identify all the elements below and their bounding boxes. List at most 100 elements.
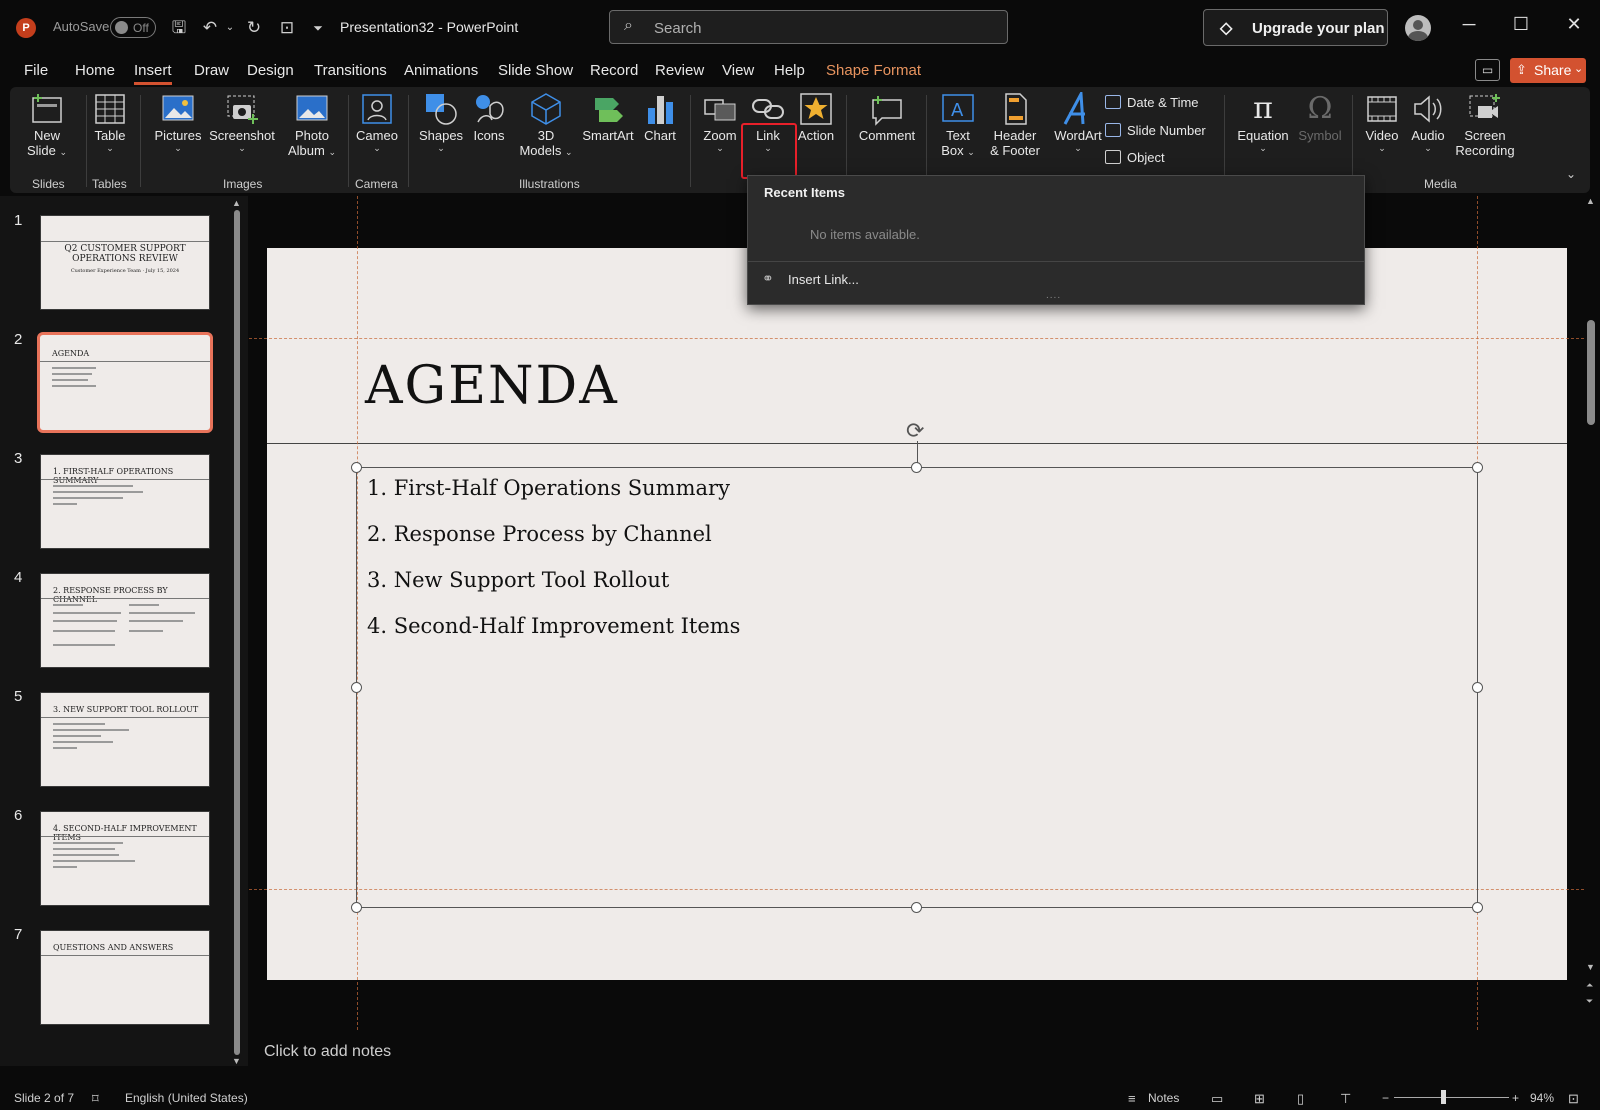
tab-draw[interactable]: Draw — [194, 62, 229, 79]
scroll-thumb[interactable] — [1587, 320, 1595, 425]
accessibility-icon[interactable]: ⌑ — [92, 1091, 99, 1107]
tab-transitions[interactable]: Transitions — [314, 62, 387, 79]
agenda-item[interactable]: 4. Second-Half Improvement Items — [367, 614, 740, 638]
zoom-slider[interactable] — [1394, 1097, 1509, 1098]
slide-sorter-icon[interactable]: ⊞ — [1254, 1091, 1265, 1107]
symbol-button[interactable]: Ω Symbol — [1296, 92, 1344, 144]
smartart-button[interactable]: SmartArt — [578, 92, 638, 143]
resize-handle[interactable] — [1472, 462, 1483, 473]
slide-thumbnail-2[interactable]: AGENDA — [37, 332, 213, 433]
tab-review[interactable]: Review — [655, 62, 704, 79]
pictures-button[interactable]: Pictures ⌄ — [150, 92, 206, 154]
insert-link-item[interactable]: ⚭ Insert Link... — [762, 268, 1352, 292]
tab-home[interactable]: Home — [75, 62, 115, 79]
tab-design[interactable]: Design — [247, 62, 294, 79]
notes-toggle[interactable]: Notes — [1148, 1091, 1179, 1105]
zoom-button[interactable]: Zoom ⌄ — [698, 92, 742, 154]
zoom-slider-knob[interactable] — [1441, 1090, 1446, 1104]
autosave-toggle[interactable]: Off — [110, 17, 156, 38]
slide-thumbnail-3[interactable]: 1. FIRST-HALF OPERATIONS SUMMARY — [40, 454, 210, 549]
action-button[interactable]: Action — [794, 92, 838, 143]
header-footer-button[interactable]: Header & Footer — [982, 92, 1048, 158]
slide-thumbnail-5[interactable]: 3. NEW SUPPORT TOOL ROLLOUT — [40, 692, 210, 787]
slide-thumbnail-1[interactable]: Q2 CUSTOMER SUPPORT OPERATIONS REVIEW Cu… — [40, 215, 210, 310]
close-icon[interactable]: ✕ — [1559, 14, 1589, 35]
wordart-button[interactable]: WordArt ⌄ — [1050, 88, 1106, 154]
resize-handle[interactable] — [911, 902, 922, 913]
tab-file[interactable]: File — [24, 62, 48, 79]
tab-help[interactable]: Help — [774, 62, 805, 79]
scroll-up-icon[interactable]: ▲ — [1586, 196, 1595, 206]
reading-view-icon[interactable]: ▯ — [1297, 1091, 1304, 1107]
canvas-scrollbar[interactable]: ▲ ▼ ⏶ ⏷ — [1584, 196, 1600, 1036]
zoom-level[interactable]: 94% — [1530, 1091, 1554, 1105]
notes-pane[interactable] — [249, 1032, 1584, 1068]
maximize-icon[interactable]: ☐ — [1506, 14, 1536, 35]
share-button[interactable]: ⇪ Share ⌄ — [1510, 58, 1586, 83]
screenshot-button[interactable]: Screenshot ⌄ — [206, 92, 278, 154]
scroll-down-icon[interactable]: ▼ — [232, 1056, 241, 1066]
undo-dropdown-icon[interactable]: ⌄ — [218, 16, 242, 40]
equation-button[interactable]: π Equation ⌄ — [1232, 92, 1294, 154]
slide-title[interactable]: AGENDA — [365, 356, 619, 416]
slide-thumbnail-6[interactable]: 4. SECOND-HALF IMPROVEMENT ITEMS — [40, 811, 210, 906]
resize-handle[interactable] — [1472, 682, 1483, 693]
redo-icon[interactable]: ↻ — [242, 16, 266, 40]
notes-icon[interactable]: ≡ — [1128, 1091, 1136, 1106]
notes-placeholder[interactable]: Click to add notes — [264, 1043, 391, 1061]
shapes-button[interactable]: Shapes ⌄ — [416, 92, 466, 154]
avatar[interactable] — [1405, 15, 1431, 41]
tab-insert[interactable]: Insert — [134, 62, 172, 85]
video-button[interactable]: Video ⌄ — [1360, 92, 1404, 154]
present-icon[interactable]: ⊡ — [275, 16, 299, 40]
zoom-out-icon[interactable]: − — [1382, 1091, 1389, 1105]
scroll-down-icon[interactable]: ▼ — [1586, 962, 1595, 972]
upgrade-button[interactable]: ◇ Upgrade your plan — [1203, 9, 1388, 46]
new-slide-button[interactable]: New Slide ⌄ — [22, 92, 72, 158]
date-time-button[interactable]: Date & Time — [1105, 95, 1199, 110]
tab-animations[interactable]: Animations — [404, 62, 478, 79]
photo-album-button[interactable]: Photo Album ⌄ — [282, 92, 342, 158]
icons-button[interactable]: Icons — [468, 92, 510, 143]
scroll-up-icon[interactable]: ▲ — [232, 198, 241, 208]
slideshow-icon[interactable]: ⊤ — [1340, 1091, 1351, 1107]
comment-button[interactable]: Comment — [856, 92, 918, 143]
fit-to-window-icon[interactable]: ⊡ — [1568, 1091, 1579, 1107]
agenda-item[interactable]: 2. Response Process by Channel — [367, 522, 712, 546]
3d-models-button[interactable]: 3D Models ⌄ — [518, 92, 574, 158]
resize-handle[interactable] — [351, 682, 362, 693]
slide-thumbnail-4[interactable]: 2. RESPONSE PROCESS BY CHANNEL — [40, 573, 210, 668]
screen-recording-button[interactable]: Screen Recording — [1452, 92, 1518, 158]
tab-view[interactable]: View — [722, 62, 754, 79]
rotate-handle-icon[interactable]: ⟳ — [906, 418, 924, 444]
save-icon[interactable]: 🖫 — [167, 16, 191, 40]
resize-grip[interactable]: .... — [1046, 290, 1061, 301]
customize-qat-icon[interactable]: ⏷ — [306, 16, 330, 40]
ribbon-collapse-icon[interactable]: ⌄ — [1566, 167, 1576, 181]
resize-handle[interactable] — [911, 462, 922, 473]
thumbnail-scrollbar[interactable]: ▲ ▼ — [232, 198, 242, 1068]
agenda-item[interactable]: 1. First-Half Operations Summary — [367, 476, 730, 500]
table-button[interactable]: Table ⌄ — [90, 92, 130, 154]
previous-slide-icon[interactable]: ⏶ — [1586, 980, 1593, 991]
comments-icon[interactable]: ▭ — [1475, 59, 1500, 81]
minimize-icon[interactable]: ─ — [1454, 14, 1484, 35]
zoom-in-icon[interactable]: + — [1512, 1091, 1519, 1105]
text-box-button[interactable]: A Text Box ⌄ — [938, 92, 978, 158]
tab-slide-show[interactable]: Slide Show — [498, 62, 573, 79]
normal-view-icon[interactable]: ▭ — [1211, 1091, 1223, 1107]
tab-shape-format[interactable]: Shape Format — [826, 62, 921, 79]
search-box[interactable]: ⌕ Search — [609, 10, 1008, 44]
resize-handle[interactable] — [351, 902, 362, 913]
resize-handle[interactable] — [1472, 902, 1483, 913]
slide-number-button[interactable]: Slide Number — [1105, 123, 1206, 138]
agenda-item[interactable]: 3. New Support Tool Rollout — [367, 568, 669, 592]
chart-button[interactable]: Chart — [640, 92, 680, 143]
language-indicator[interactable]: English (United States) — [125, 1091, 248, 1105]
scroll-thumb[interactable] — [234, 210, 240, 1055]
cameo-button[interactable]: Cameo ⌄ — [352, 92, 402, 154]
tab-record[interactable]: Record — [590, 62, 638, 79]
object-button[interactable]: Object — [1105, 150, 1165, 165]
audio-button[interactable]: Audio ⌄ — [1406, 92, 1450, 154]
next-slide-icon[interactable]: ⏷ — [1586, 996, 1593, 1007]
